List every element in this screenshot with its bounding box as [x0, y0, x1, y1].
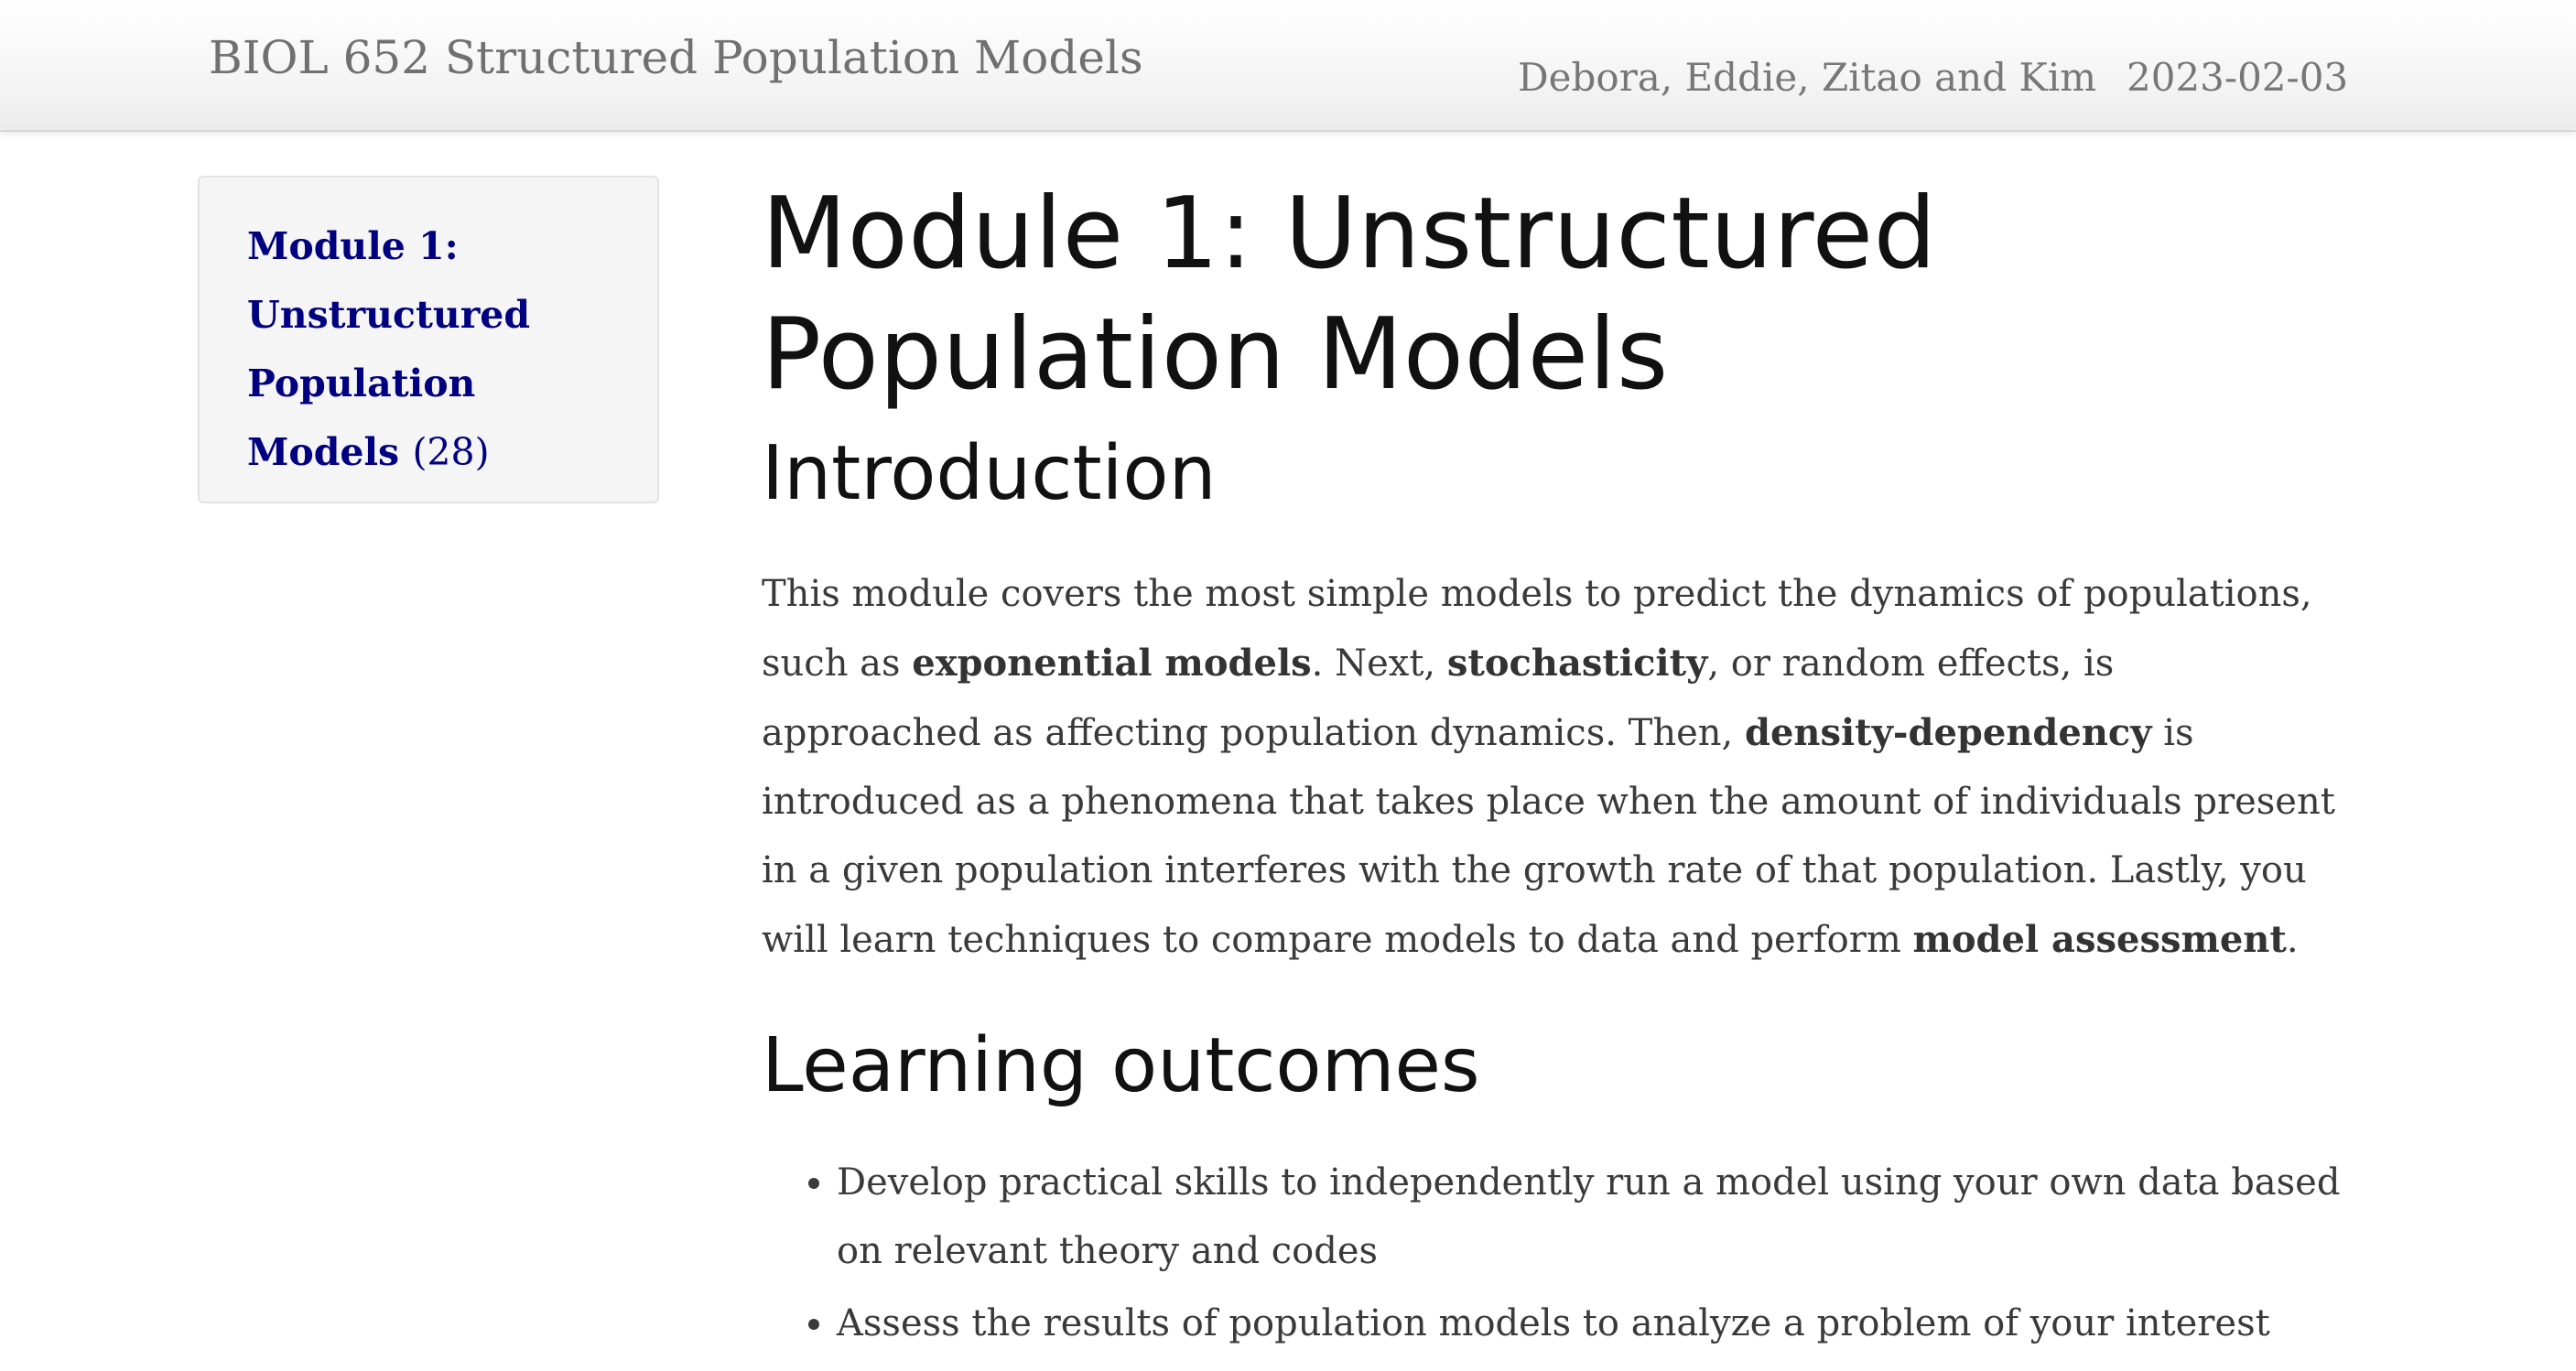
intro-bold-term: stochasticity — [1446, 642, 1708, 685]
site-title-link[interactable]: BIOL 652 Structured Population Models — [209, 31, 1143, 84]
intro-text: . Next, — [1311, 642, 1447, 685]
intro-text: . — [2286, 919, 2299, 961]
list-item: Develop practical skills to independentl… — [837, 1149, 2391, 1286]
site-author: Debora, Eddie, Zitao and Kim — [1518, 55, 2097, 100]
toc-link-count: (28) — [412, 430, 490, 474]
intro-bold-term: exponential models — [912, 642, 1312, 685]
list-item: Assess the results of population models … — [837, 1290, 2391, 1358]
site-header: BIOL 652 Structured Population Models De… — [0, 0, 2576, 132]
intro-bold-term: density-dependency — [1744, 711, 2152, 754]
table-of-contents: Module 1: Unstructured Population Models… — [198, 176, 659, 503]
introduction-paragraph: This module covers the most simple model… — [762, 560, 2336, 975]
learning-outcomes-list: Develop practical skills to independentl… — [762, 1149, 2391, 1358]
site-date: 2023-02-03 — [2127, 55, 2349, 100]
page-title: Module 1: Unstructured Population Models — [762, 177, 1937, 412]
toc-link-module-1[interactable]: Module 1: Unstructured Population Models… — [247, 212, 630, 487]
introduction-heading: Introduction — [762, 430, 1217, 517]
main-content: Module 1: Unstructured Population Models… — [762, 174, 2391, 1362]
intro-bold-term: model assessment — [1912, 918, 2287, 961]
learning-outcomes-heading: Learning outcomes — [762, 1022, 1480, 1109]
